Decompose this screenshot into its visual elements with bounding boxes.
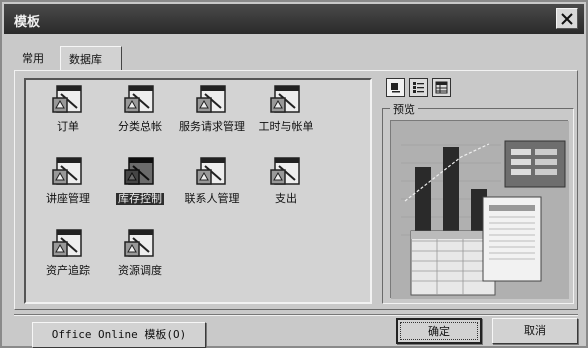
template-list[interactable]: 订单 分类总帐 服务请求管理 工时与帐单讲座管理 库存控制 联系人管理 支出资产追踪 资源调度 [24,78,372,304]
preview-label: 预览 [390,101,418,117]
template-item[interactable]: 讲座管理 [28,156,108,224]
dialog-title: 模板 [14,15,41,30]
database-template-icon [124,157,154,185]
template-label: 工时与帐单 [258,120,314,133]
templates-dialog: 模板 常用 数据库 订单 分类总帐 服务请求管理 工时与帐单讲座管理 库存控制 联系人管理… [0,0,588,348]
close-icon [561,12,573,25]
database-template-icon [124,229,154,257]
list-view-button[interactable] [409,78,428,97]
template-label: 分类总帐 [118,120,162,133]
large-icons-view-icon [391,83,400,93]
template-label: 资源调度 [118,264,162,277]
database-template-icon [270,157,300,185]
template-label: 库存控制 [116,192,164,205]
database-template-icon [52,85,82,113]
cancel-button[interactable]: 取消 [492,318,578,344]
list-view-icon [413,82,424,93]
template-label: 订单 [57,120,79,133]
template-item[interactable]: 库存控制 [100,156,180,224]
preview-illustration [391,121,569,299]
template-item[interactable]: 联系人管理 [172,156,252,224]
details-view-button[interactable] [432,78,451,97]
database-template-icon [270,85,300,113]
preview-image [390,120,569,299]
database-template-icon [52,229,82,257]
template-label: 服务请求管理 [179,120,245,133]
tab-database[interactable]: 数据库 [60,46,122,70]
template-item[interactable]: 服务请求管理 [172,84,252,152]
template-item[interactable]: 资产追踪 [28,228,108,296]
template-label: 资产追踪 [46,264,90,277]
tab-common[interactable]: 常用 [14,46,60,70]
office-online-templates-button[interactable]: Office Online 模板(O) [32,322,206,348]
preview-bar [415,167,431,239]
database-template-icon [124,85,154,113]
database-template-icon [196,85,226,113]
separator [14,314,578,316]
template-label: 联系人管理 [184,192,240,205]
template-item[interactable]: 订单 [28,84,108,152]
database-template-icon [196,157,226,185]
template-item[interactable]: 分类总帐 [100,84,180,152]
title-bar[interactable]: 模板 [4,4,584,34]
template-label: 支出 [275,192,297,205]
template-label: 讲座管理 [46,192,90,205]
large-icons-view-button[interactable] [386,78,405,97]
template-item[interactable]: 工时与帐单 [246,84,326,152]
database-template-icon [52,157,82,185]
close-button[interactable] [556,8,578,29]
details-view-icon [435,81,448,94]
template-item[interactable]: 资源调度 [100,228,180,296]
ok-button[interactable]: 确定 [396,318,482,344]
template-item[interactable]: 支出 [246,156,326,224]
